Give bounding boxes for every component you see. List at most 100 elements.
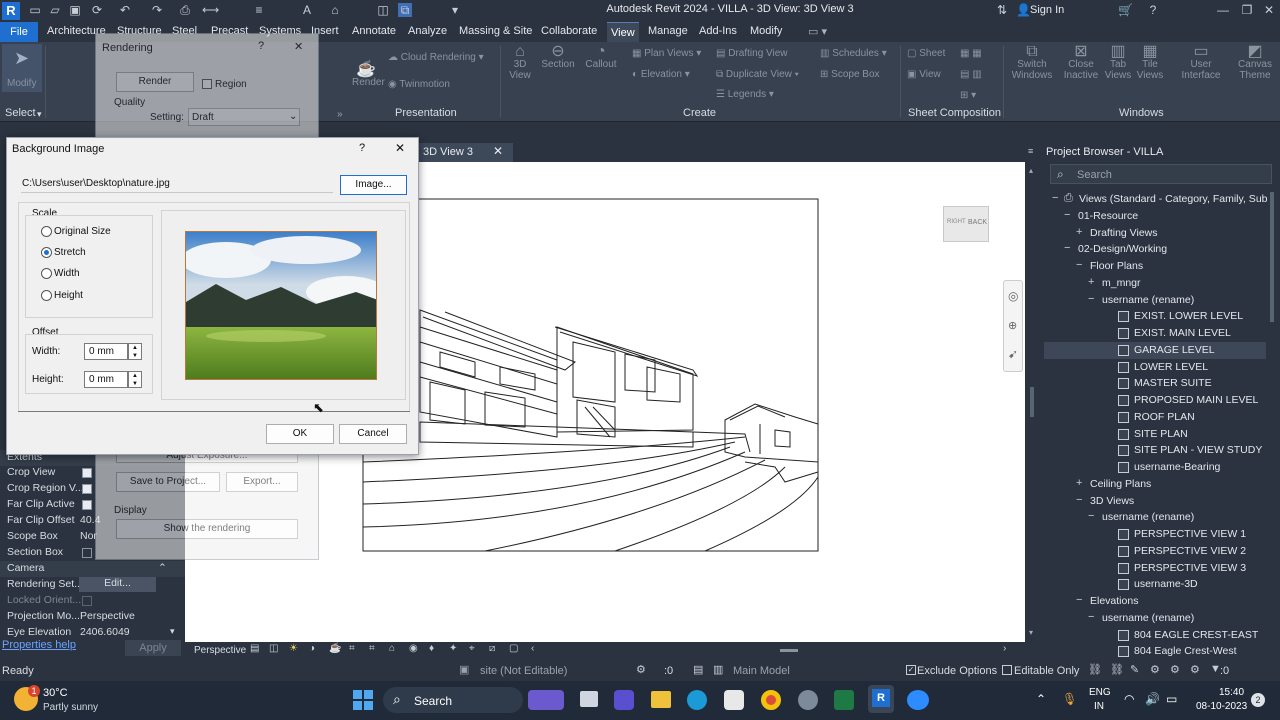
text-icon[interactable]: A	[300, 3, 314, 17]
width-input[interactable]: 0 mm	[84, 343, 128, 360]
tree-item[interactable]: EXIST. LOWER LEVEL	[1134, 310, 1243, 322]
tree-item[interactable]: 804 Eagle Crest-West	[1134, 645, 1237, 657]
tree-item[interactable]: 02-Design/Working	[1078, 243, 1167, 255]
view-button[interactable]: ▣ View	[907, 69, 941, 80]
edge-icon[interactable]	[687, 690, 707, 710]
prop-checkbox[interactable]	[82, 468, 92, 478]
browser-scroll-thumb[interactable]	[1270, 192, 1274, 322]
select-pinned-icon[interactable]: ✎	[1130, 663, 1139, 676]
cart-icon[interactable]: 🛒	[1118, 3, 1133, 17]
crop-icon[interactable]: ⌗	[349, 643, 355, 654]
scroll-down-icon[interactable]: ▾	[170, 626, 175, 637]
select-chevron-icon[interactable]: ▾	[37, 109, 42, 120]
revisions-icon[interactable]: ▤ ▥	[960, 69, 982, 80]
lock-3d-icon[interactable]: ⌂	[389, 643, 395, 654]
microphone-icon[interactable]: 🎙	[1062, 692, 1077, 706]
sun-path-icon[interactable]: ☀	[289, 643, 298, 654]
tree-item[interactable]: SITE PLAN - VIEW STUDY	[1134, 444, 1262, 456]
prop-row[interactable]: Projection Mo... Perspective	[0, 609, 185, 625]
schedules-button[interactable]: ▥ Schedules ▾	[820, 48, 887, 59]
collapse-icon[interactable]: ⌃	[158, 562, 167, 574]
clock-date[interactable]: 08-10-2023	[1196, 701, 1247, 712]
detail-level-icon[interactable]: ▤	[250, 643, 259, 654]
show-crop-icon[interactable]: ⌗	[369, 643, 375, 654]
tree-item[interactable]: PROPOSED MAIN LEVEL	[1134, 394, 1258, 406]
scroll-down-icon[interactable]: ▾	[1029, 628, 1033, 637]
panel-expand-icon[interactable]: »	[337, 109, 343, 120]
tile-views-button[interactable]: ▦ Tile Views	[1134, 44, 1166, 82]
sheet-button[interactable]: ▢ Sheet	[907, 48, 945, 59]
collapse-icon[interactable]: −	[1064, 242, 1070, 254]
tree-item[interactable]: username (rename)	[1102, 511, 1194, 523]
tree-item[interactable]: username (rename)	[1102, 612, 1194, 624]
thin-lines-icon[interactable]: ◫	[376, 3, 390, 17]
tree-item[interactable]: m_mngr	[1102, 277, 1141, 289]
render-button[interactable]: ☕ Render	[352, 62, 385, 89]
tree-item[interactable]: Drafting Views	[1090, 227, 1158, 239]
tab-annotate[interactable]: Annotate	[352, 25, 396, 37]
taskbar-search[interactable]: ⌕ Search	[383, 687, 523, 713]
switch-windows-icon[interactable]: ⧉	[398, 3, 412, 17]
weather-description[interactable]: Partly sunny	[43, 702, 98, 713]
notification-badge[interactable]: 2	[1251, 693, 1265, 707]
properties-help-link[interactable]: Properties help	[2, 639, 76, 651]
twinmotion-button[interactable]: ◉ Twinmotion	[388, 79, 450, 90]
wifi-icon[interactable]: ◠	[1124, 692, 1134, 706]
tree-item[interactable]: Ceiling Plans	[1090, 478, 1151, 490]
measure-icon[interactable]: ⟷	[202, 3, 219, 17]
crop-region[interactable]	[362, 198, 819, 552]
print-icon[interactable]: ⎙	[178, 3, 192, 17]
battery-icon[interactable]: ▭	[1166, 692, 1177, 706]
canvas-vertical-scrollbar[interactable]: ▴ ▾	[1025, 162, 1040, 642]
tab-massing-site[interactable]: Massing & Site	[459, 25, 532, 37]
zoom-icon[interactable]: ⊕	[1008, 319, 1017, 332]
tab-file[interactable]: File	[0, 22, 38, 42]
active-design-option[interactable]: Main Model	[733, 665, 790, 677]
radio-width[interactable]	[41, 268, 52, 279]
tab-3d-view-3[interactable]: 3D View 3 ✕	[418, 143, 513, 162]
save-to-project-button[interactable]: Save to Project...	[116, 472, 220, 492]
analytical-model-icon[interactable]: ✦	[449, 643, 457, 654]
prop-checkbox[interactable]	[82, 500, 92, 510]
prop-checkbox[interactable]	[82, 548, 92, 558]
folder-icon[interactable]: ▱	[48, 3, 62, 17]
tab-views-button[interactable]: ▥ Tab Views	[1102, 44, 1134, 82]
viewcube[interactable]: RIGHT BACK	[943, 206, 989, 242]
open-icon[interactable]: ▭	[28, 3, 42, 17]
setting-dropdown[interactable]: Draft ⌄	[188, 108, 300, 126]
expand-icon[interactable]: +	[1088, 276, 1094, 288]
prop-value[interactable]: Perspective	[80, 610, 135, 622]
store-icon[interactable]	[724, 690, 744, 710]
tree-item[interactable]: username (rename)	[1102, 294, 1194, 306]
tree-item[interactable]: 804 EAGLE CREST-EAST	[1134, 629, 1258, 641]
align-icon[interactable]: ≡	[252, 3, 266, 17]
ok-button[interactable]: OK	[266, 424, 334, 444]
height-input[interactable]: 0 mm	[84, 371, 128, 388]
sync-icon[interactable]: ⟳	[90, 3, 104, 17]
viewcube-back-face[interactable]: BACK	[968, 219, 987, 226]
file-explorer-icon[interactable]	[651, 691, 671, 708]
tab-collaborate[interactable]: Collaborate	[541, 25, 597, 37]
revit-logo[interactable]: R	[2, 2, 20, 20]
save-icon[interactable]: ▣	[68, 3, 82, 17]
tree-item[interactable]: PERSPECTIVE VIEW 2	[1134, 545, 1246, 557]
worksharing-icon[interactable]: ▢	[509, 643, 518, 654]
3d-view-icon[interactable]: ⌂	[328, 3, 342, 17]
projection-mode-label[interactable]: Perspective	[194, 645, 246, 656]
radio-height[interactable]	[41, 290, 52, 301]
steering-wheel-icon[interactable]: ◎	[1008, 289, 1018, 303]
tab-add-ins[interactable]: Add-Ins	[699, 25, 737, 37]
close-tab-icon[interactable]: ✕	[493, 144, 503, 158]
scope-box-button[interactable]: ⊞ Scope Box	[820, 69, 880, 80]
radio-stretch[interactable]	[41, 247, 52, 258]
select-by-face-icon[interactable]: ⚙	[1150, 663, 1160, 676]
section-button[interactable]: ⊖ Section	[540, 44, 576, 71]
scroll-left-icon[interactable]: ‹	[531, 643, 534, 654]
cancel-button[interactable]: Cancel	[339, 424, 407, 444]
design-options-icon-2[interactable]: ▥	[713, 663, 723, 676]
height-stepper[interactable]: ▲ ▼	[128, 371, 142, 388]
tree-item[interactable]: username-Bearing	[1134, 461, 1220, 473]
3d-view-button[interactable]: ⌂ 3D View	[505, 44, 535, 82]
settings-icon[interactable]	[798, 690, 818, 710]
expand-icon[interactable]: +	[1076, 226, 1082, 238]
